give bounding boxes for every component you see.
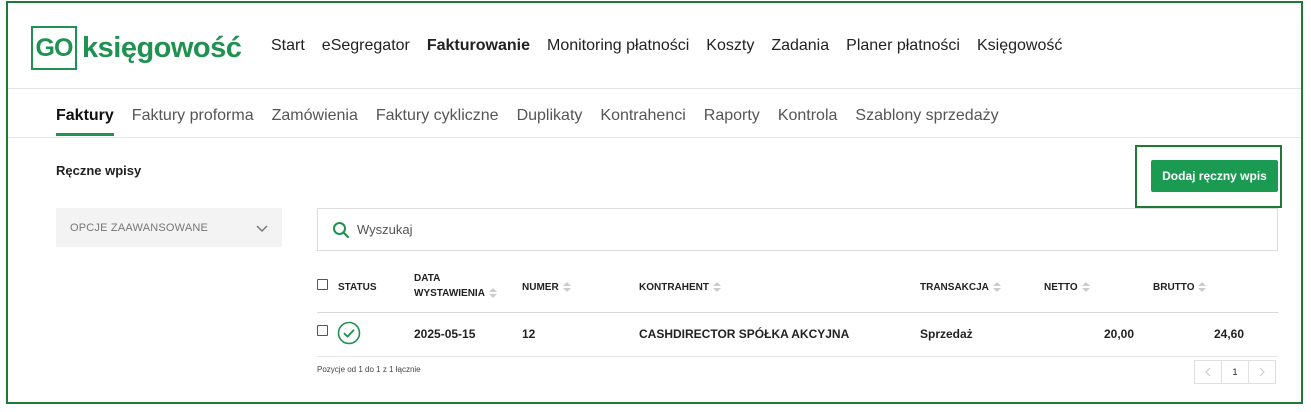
tab-szablony-sprzedazy[interactable]: Szablony sprzedaży [855, 107, 998, 136]
sort-icon [992, 282, 1001, 293]
row-number[interactable]: 12 [522, 327, 535, 341]
row-date: 2025-05-15 [414, 327, 476, 341]
sub-nav: Faktury Faktury proforma Zamówienia Fakt… [56, 107, 999, 136]
main-nav-item-zadania[interactable]: Zadania [771, 37, 829, 55]
column-header-net[interactable]: NETTO [1044, 280, 1090, 295]
tab-duplikaty[interactable]: Duplikaty [517, 107, 583, 136]
tab-raporty[interactable]: Raporty [704, 107, 760, 136]
tab-kontrola[interactable]: Kontrola [778, 107, 838, 136]
logo-text: księgowość [82, 31, 242, 64]
column-header-status: STATUS [338, 282, 377, 293]
main-nav-item-esegregator[interactable]: eSegregator [322, 37, 410, 55]
chevron-left-icon [1205, 367, 1211, 377]
column-header-date[interactable]: DATA WYSTAWIENIA [414, 271, 497, 301]
column-header-net-label: NETTO [1044, 282, 1078, 293]
tab-faktury-cykliczne[interactable]: Faktury cykliczne [376, 107, 499, 136]
tab-kontrahenci[interactable]: Kontrahenci [600, 107, 685, 136]
sort-icon [713, 282, 721, 293]
top-bar: GO księgowość Start eSegregator Fakturow… [8, 3, 1301, 89]
column-header-date-line2: WYSTAWIENIA [414, 288, 485, 299]
main-nav-item-fakturowanie[interactable]: Fakturowanie [427, 37, 530, 55]
table-row-divider [317, 356, 1278, 357]
advanced-options-dropdown[interactable]: OPCJE ZAAWANSOWANE [56, 208, 282, 247]
column-header-contractor[interactable]: KONTRAHENT [639, 280, 721, 295]
prev-page-button[interactable] [1194, 360, 1222, 384]
column-header-transaction-label: TRANSAKCJA [920, 282, 989, 293]
row-checkbox[interactable] [317, 325, 328, 336]
sub-nav-divider [8, 137, 1301, 138]
main-nav-item-ksiegowosc[interactable]: Księgowość [977, 37, 1062, 55]
column-header-transaction[interactable]: TRANSAKCJA [920, 280, 1001, 295]
search-input[interactable] [357, 222, 1237, 237]
tab-zamowienia[interactable]: Zamówienia [272, 107, 358, 136]
app-frame: GO księgowość Start eSegregator Fakturow… [6, 1, 1303, 404]
chevron-right-icon [1259, 367, 1265, 377]
row-gross: 24,60 [1213, 327, 1244, 341]
table-header-divider [317, 312, 1278, 313]
main-nav-item-koszty[interactable]: Koszty [706, 37, 754, 55]
page-button-current[interactable]: 1 [1221, 360, 1249, 384]
check-circle-icon [337, 321, 361, 345]
search-box [317, 208, 1278, 251]
pagination: 1 [1194, 360, 1276, 384]
logo-mark: GO [31, 26, 77, 70]
column-header-date-line1: DATA [414, 273, 441, 284]
sort-icon [562, 282, 571, 293]
tab-faktury[interactable]: Faktury [56, 107, 114, 136]
row-transaction: Sprzedaż [920, 327, 973, 341]
sort-icon [1198, 282, 1207, 293]
column-header-number-label: NUMER [522, 282, 559, 293]
column-header-gross-label: BRUTTO [1153, 282, 1195, 293]
row-net: 20,00 [1103, 327, 1134, 341]
select-all-checkbox[interactable] [317, 279, 328, 290]
column-header-contractor-label: KONTRAHENT [639, 282, 709, 293]
advanced-options-label: OPCJE ZAAWANSOWANE [70, 221, 209, 234]
next-page-button[interactable] [1248, 360, 1276, 384]
search-icon [333, 221, 350, 238]
sort-icon [1081, 282, 1090, 293]
main-nav-item-planer[interactable]: Planer płatności [846, 37, 960, 55]
column-header-gross[interactable]: BRUTTO [1153, 280, 1207, 295]
main-nav: Start eSegregator Fakturowanie Monitorin… [271, 37, 1062, 55]
tab-faktury-proforma[interactable]: Faktury proforma [132, 107, 254, 136]
chevron-down-icon [256, 224, 268, 232]
main-nav-item-start[interactable]: Start [271, 37, 305, 55]
row-contractor[interactable]: CASHDIRECTOR SPÓŁKA AKCYJNA [639, 327, 849, 341]
positions-summary: Pozycje od 1 do 1 z 1 łącznie [317, 365, 421, 374]
main-nav-item-monitoring[interactable]: Monitoring płatności [547, 37, 689, 55]
logo[interactable]: GO księgowość [31, 26, 242, 70]
page-title: Ręczne wpisy [56, 163, 142, 178]
add-manual-entry-button[interactable]: Dodaj ręczny wpis [1151, 160, 1278, 192]
sort-icon [488, 288, 497, 299]
column-header-number[interactable]: NUMER [522, 280, 571, 295]
